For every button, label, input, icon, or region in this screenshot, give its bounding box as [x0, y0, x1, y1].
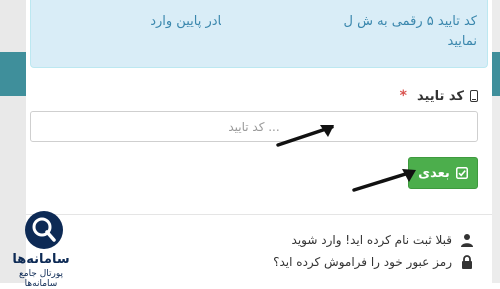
login-link-row[interactable]: قبلا ثبت نام کرده اید! وارد شوید — [292, 230, 474, 250]
magnifier-logo-icon — [25, 211, 63, 249]
next-button-label: بعدی — [418, 165, 450, 181]
user-icon — [461, 234, 473, 247]
verification-code-input[interactable] — [30, 111, 478, 142]
watermark-brand: سامانه‌ها — [12, 252, 70, 267]
verification-panel: کد تایید ۵ رقمی به ش ل شده است. آن را در… — [26, 0, 492, 283]
required-mark: * — [399, 88, 407, 104]
code-label-text: کد تایید — [416, 88, 464, 104]
annotation-arrow-input — [276, 125, 334, 147]
watermark-logo: سامانه‌ها پورتال جامع سامانه‌ها — [2, 206, 80, 289]
check-square-icon — [455, 167, 468, 179]
forgot-password-link[interactable]: رمز عبور خود را فراموش کرده اید؟ — [273, 255, 452, 269]
alert-redaction — [221, 6, 339, 32]
divider — [26, 214, 492, 215]
login-link[interactable]: قبلا ثبت نام کرده اید! وارد شوید — [292, 233, 452, 247]
forgot-password-row[interactable]: رمز عبور خود را فراموش کرده اید؟ — [273, 252, 474, 272]
alert-line-2: نمایید — [447, 34, 477, 49]
background-right — [492, 0, 500, 283]
watermark-tagline: پورتال جامع سامانه‌ها — [18, 269, 64, 289]
annotation-arrow-button — [352, 169, 416, 192]
info-alert: کد تایید ۵ رقمی به ش ل شده است. آن را در… — [30, 0, 488, 68]
code-field-label: کد تایید * — [400, 86, 478, 106]
lock-icon — [462, 255, 472, 269]
mobile-phone-icon — [470, 90, 478, 102]
